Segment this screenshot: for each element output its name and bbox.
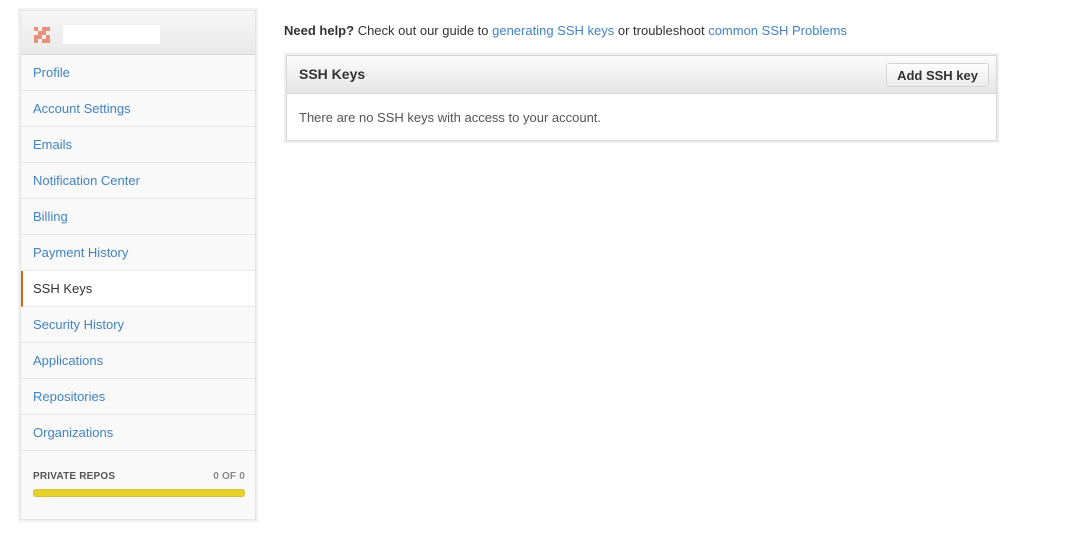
sidebar-item-label[interactable]: Organizations [33, 415, 255, 450]
ssh-keys-panel: SSH Keys Add SSH key There are no SSH ke… [286, 55, 997, 141]
username-placeholder [63, 25, 160, 44]
sidebar-item-ssh-keys[interactable]: SSH Keys [21, 271, 255, 307]
private-repos-progress-bar [33, 489, 245, 497]
sidebar-item-label[interactable]: SSH Keys [33, 271, 255, 306]
private-repos-label: PRIVATE REPOS [33, 471, 116, 482]
sidebar-item-label[interactable]: Payment History [33, 235, 255, 270]
sidebar-item-account-settings[interactable]: Account Settings [21, 91, 255, 127]
settings-sidebar: Profile Account Settings Emails Notifica… [20, 10, 256, 520]
sidebar-item-security-history[interactable]: Security History [21, 307, 255, 343]
panel-title: SSH Keys [299, 66, 366, 82]
sidebar-header [21, 11, 255, 55]
sidebar-item-label[interactable]: Applications [33, 343, 255, 378]
private-repos-usage: PRIVATE REPOS 0 OF 0 [33, 471, 245, 497]
sidebar-item-applications[interactable]: Applications [21, 343, 255, 379]
generating-ssh-keys-link[interactable]: generating SSH keys [492, 23, 614, 38]
private-repos-count: 0 OF 0 [213, 471, 245, 482]
sidebar-item-label[interactable]: Account Settings [33, 91, 255, 126]
sidebar-item-notification-center[interactable]: Notification Center [21, 163, 255, 199]
help-text-part: Check out our guide to [354, 23, 493, 38]
sidebar-item-payment-history[interactable]: Payment History [21, 235, 255, 271]
sidebar-item-label[interactable]: Repositories [33, 379, 255, 414]
help-text: Need help? Check out our guide to genera… [284, 23, 847, 38]
sidebar-item-billing[interactable]: Billing [21, 199, 255, 235]
add-ssh-key-button[interactable]: Add SSH key [886, 63, 989, 87]
sidebar-item-emails[interactable]: Emails [21, 127, 255, 163]
settings-nav: Profile Account Settings Emails Notifica… [21, 55, 255, 451]
common-ssh-problems-link[interactable]: common SSH Problems [708, 23, 847, 38]
help-text-part: or troubleshoot [614, 23, 709, 38]
sidebar-item-profile[interactable]: Profile [21, 55, 255, 91]
sidebar-item-repositories[interactable]: Repositories [21, 379, 255, 415]
help-heading: Need help? [284, 23, 355, 38]
panel-header: SSH Keys Add SSH key [287, 56, 996, 94]
sidebar-item-organizations[interactable]: Organizations [21, 415, 255, 451]
empty-message: There are no SSH keys with access to you… [299, 110, 602, 125]
sidebar-item-label[interactable]: Billing [33, 199, 255, 234]
sidebar-item-label[interactable]: Notification Center [33, 163, 255, 198]
sidebar-item-label[interactable]: Emails [33, 127, 255, 162]
sidebar-item-label[interactable]: Profile [33, 55, 255, 90]
avatar[interactable] [34, 27, 50, 43]
sidebar-item-label[interactable]: Security History [33, 307, 255, 342]
